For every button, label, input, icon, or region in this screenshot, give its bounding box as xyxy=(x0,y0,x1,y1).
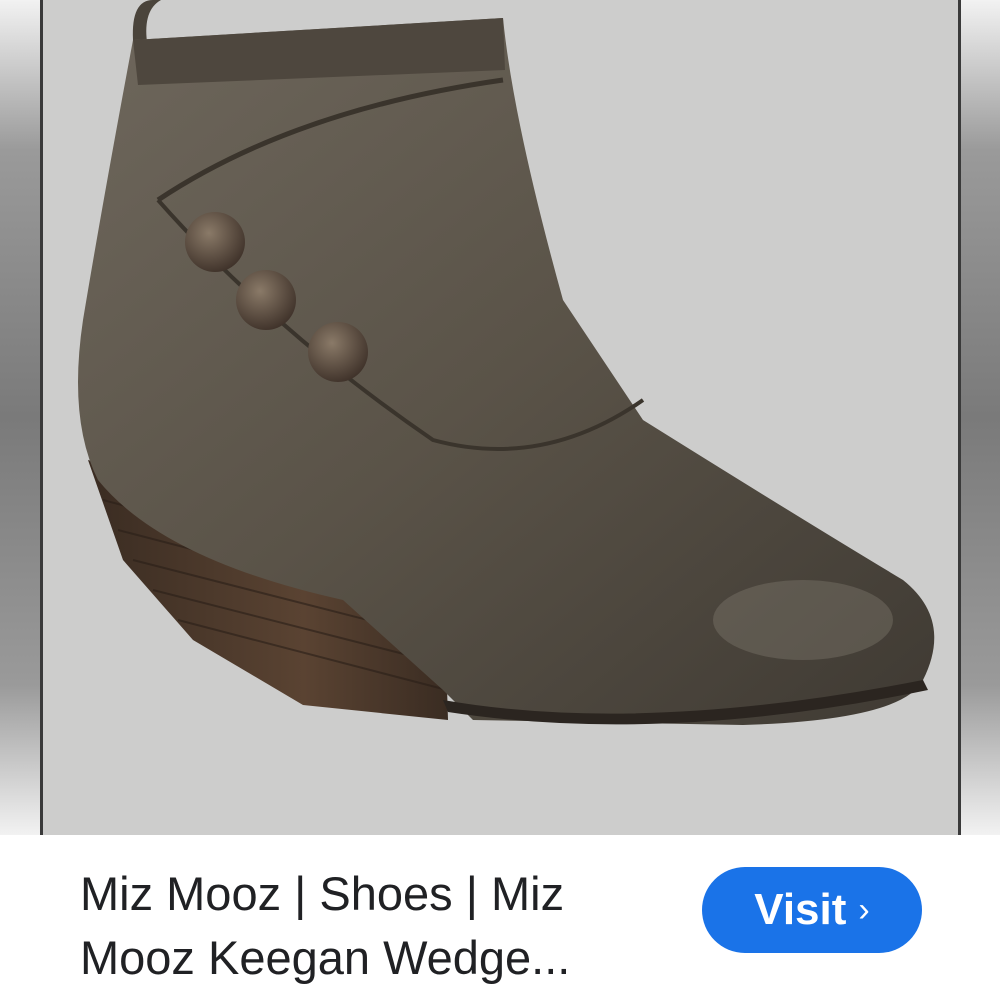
result-title-line-2: Mooz Keegan Wedge... xyxy=(80,931,571,984)
chevron-right-icon: › xyxy=(858,890,870,929)
result-title-line-1: Miz Mooz | Shoes | Miz xyxy=(80,867,565,920)
boot-button-2 xyxy=(236,270,296,330)
boot-button-3 xyxy=(308,322,368,382)
visit-button-label: Visit xyxy=(754,885,847,934)
product-image[interactable] xyxy=(40,0,961,835)
boot-button-1 xyxy=(185,212,245,272)
result-title[interactable]: Miz Mooz | Shoes | Miz Mooz Keegan Wedge… xyxy=(80,862,680,990)
visit-button[interactable]: Visit › xyxy=(702,867,922,953)
boot-illustration xyxy=(78,0,935,725)
right-shade-edge xyxy=(958,0,1000,835)
left-shade-edge xyxy=(0,0,42,835)
